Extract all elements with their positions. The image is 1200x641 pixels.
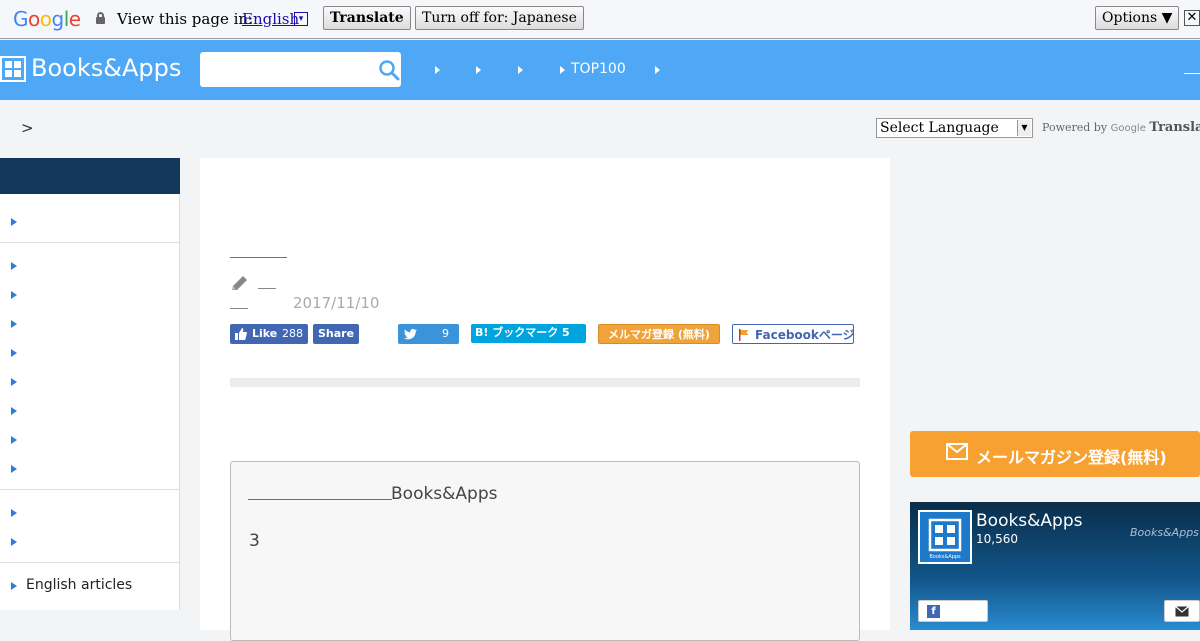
follower-count: 10,560 bbox=[976, 532, 1018, 546]
sidebar-divider bbox=[0, 489, 180, 490]
turn-off-button[interactable]: Turn off for: Japanese bbox=[415, 6, 584, 30]
arrow-right-icon bbox=[11, 291, 17, 299]
search-input[interactable] bbox=[200, 52, 401, 87]
arrow-right-icon bbox=[11, 349, 17, 357]
author-link[interactable] bbox=[258, 288, 276, 289]
message-button[interactable] bbox=[1164, 600, 1200, 622]
tweet-button[interactable]: 9 bbox=[398, 324, 459, 344]
logo-mark-icon bbox=[0, 56, 26, 82]
sidebar-header bbox=[0, 158, 180, 194]
sidebar-item[interactable] bbox=[0, 528, 180, 557]
intro-text: 3 bbox=[249, 531, 260, 551]
sidebar-item[interactable] bbox=[0, 281, 180, 310]
powered-by-google-translate: Powered by Google Translate bbox=[1042, 120, 1200, 135]
sidebar-item[interactable] bbox=[0, 310, 180, 339]
envelope-icon bbox=[946, 443, 968, 460]
sidebar-item[interactable] bbox=[0, 499, 180, 528]
arrow-right-icon bbox=[11, 320, 17, 328]
article-intro-box: Books&Apps 3 bbox=[230, 461, 860, 641]
nav-top100[interactable]: TOP100 bbox=[571, 61, 626, 77]
search-icon[interactable] bbox=[378, 59, 400, 81]
arrow-right-icon bbox=[11, 407, 17, 415]
arrow-right-icon bbox=[11, 378, 17, 386]
facebook-like-page-button[interactable]: f bbox=[918, 600, 988, 622]
arrow-right-icon bbox=[11, 538, 17, 546]
sidebar-item[interactable] bbox=[0, 368, 180, 397]
sidebar-item[interactable] bbox=[0, 208, 180, 237]
view-page-label: View this page in: bbox=[117, 10, 254, 28]
tweet-count: 9 bbox=[442, 327, 449, 340]
envelope-icon bbox=[1175, 606, 1189, 617]
arrow-right-icon bbox=[11, 582, 17, 590]
books-apps-logo-icon: Books&Apps bbox=[928, 518, 962, 560]
hatena-bookmark-button[interactable]: B! ブックマーク 5 bbox=[471, 324, 586, 343]
language-dropdown-icon[interactable]: ▾ bbox=[294, 12, 308, 26]
arrow-right-icon bbox=[11, 436, 17, 444]
facebook-share-button[interactable]: Share bbox=[313, 324, 359, 344]
header-link[interactable] bbox=[1184, 73, 1200, 74]
options-button[interactable]: Options ▼ bbox=[1095, 6, 1180, 30]
language-select[interactable]: Select Language ▼ bbox=[876, 118, 1033, 138]
svg-text:Books&Apps: Books&Apps bbox=[929, 554, 961, 560]
twitter-icon bbox=[404, 329, 417, 340]
pencil-icon bbox=[232, 276, 247, 290]
publish-date: 2017/11/10 bbox=[293, 294, 380, 312]
like-count: 288 bbox=[282, 327, 303, 340]
sidebar: English articles bbox=[0, 158, 180, 610]
facebook-page-button[interactable]: Facebookページ bbox=[732, 324, 855, 344]
facebook-page-widget: Books&Apps Books&Apps 10,560 Books&Apps … bbox=[910, 502, 1200, 630]
sidebar-divider bbox=[0, 242, 180, 243]
google-translate-bar: Google View this page in: English ▾ Tran… bbox=[0, 0, 1200, 39]
site-logo[interactable]: Books&Apps bbox=[31, 54, 181, 82]
sidebar-divider bbox=[0, 562, 180, 563]
nav-item-5-arrow-icon[interactable] bbox=[655, 66, 660, 74]
facebook-icon: f bbox=[927, 605, 940, 618]
nav-item-3-arrow-icon[interactable] bbox=[518, 66, 523, 74]
article: 2017/11/10 Like 288 Share 9 B! ブックマーク 5 … bbox=[200, 158, 890, 641]
nav-item-1-arrow-icon[interactable] bbox=[435, 66, 440, 74]
divider-bar bbox=[230, 378, 860, 387]
arrow-right-icon bbox=[11, 509, 17, 517]
brand-watermark: Books&Apps bbox=[1130, 526, 1199, 539]
category-link[interactable] bbox=[230, 257, 287, 258]
author-link[interactable] bbox=[230, 308, 248, 309]
nav-top100-arrow-icon bbox=[560, 66, 565, 74]
site-header: Books&Apps TOP100 bbox=[0, 40, 1200, 100]
page-avatar[interactable]: Books&Apps bbox=[918, 510, 972, 564]
target-language-link[interactable]: English bbox=[242, 10, 299, 28]
newsletter-cta-button[interactable]: メールマガジン登録(無料) bbox=[910, 431, 1200, 477]
sidebar-item[interactable] bbox=[0, 397, 180, 426]
sidebar-item[interactable] bbox=[0, 426, 180, 455]
arrow-right-icon bbox=[11, 262, 17, 270]
intro-brand: Books&Apps bbox=[391, 484, 498, 504]
sidebar-item[interactable] bbox=[0, 455, 180, 484]
nav-item-2-arrow-icon[interactable] bbox=[476, 66, 481, 74]
flag-icon bbox=[739, 329, 749, 341]
close-icon[interactable]: ✕ bbox=[1184, 10, 1200, 26]
sidebar-item-english-articles[interactable]: English articles bbox=[0, 571, 180, 600]
thumbs-up-icon bbox=[235, 328, 247, 340]
lock-icon bbox=[96, 12, 105, 24]
page-name[interactable]: Books&Apps bbox=[976, 511, 1083, 531]
intro-link[interactable] bbox=[248, 499, 392, 500]
sidebar-item[interactable] bbox=[0, 252, 180, 281]
facebook-like-button[interactable]: Like 288 bbox=[230, 324, 308, 344]
chevron-down-icon: ▼ bbox=[1017, 120, 1031, 136]
google-logo: Google bbox=[13, 7, 81, 31]
arrow-right-icon bbox=[11, 465, 17, 473]
newsletter-signup-button[interactable]: メルマガ登録 (無料) bbox=[598, 324, 720, 344]
translate-button[interactable]: Translate bbox=[323, 6, 411, 30]
sidebar-item[interactable] bbox=[0, 339, 180, 368]
arrow-right-icon bbox=[11, 218, 17, 226]
breadcrumb: > bbox=[21, 119, 34, 137]
